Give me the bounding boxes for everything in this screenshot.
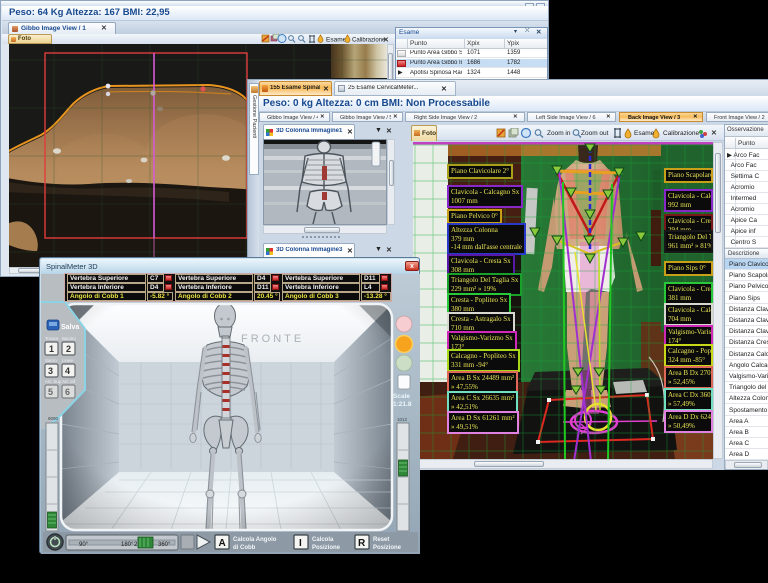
svg-text:✕: ✕ bbox=[383, 37, 389, 44]
svg-text:Reset: Reset bbox=[373, 537, 389, 543]
svg-text:Linee: Linee bbox=[62, 358, 74, 363]
svg-text:Posizione: Posizione bbox=[373, 545, 402, 551]
svg-text:1012: 1012 bbox=[397, 417, 408, 422]
svg-text:3: 3 bbox=[48, 366, 53, 376]
svg-text:Art. Inf: Art. Inf bbox=[62, 379, 76, 384]
svg-text:2: 2 bbox=[66, 344, 71, 354]
svg-text:Posizione: Posizione bbox=[312, 545, 341, 551]
svg-text:di Cobb: di Cobb bbox=[233, 545, 256, 551]
svg-text:I: I bbox=[299, 538, 302, 549]
svg-text:Torace: Torace bbox=[45, 336, 59, 341]
svg-text:Calcola: Calcola bbox=[312, 537, 334, 543]
svg-text:180°: 180° bbox=[121, 542, 134, 548]
svg-text:9090: 9090 bbox=[48, 416, 59, 421]
svg-text:360°: 360° bbox=[158, 542, 171, 548]
svg-text:90°: 90° bbox=[79, 542, 89, 548]
svg-text:5: 5 bbox=[48, 387, 53, 397]
svg-text:Calibrazione: Calibrazione bbox=[352, 38, 386, 44]
svg-text:6: 6 bbox=[65, 387, 70, 397]
svg-text:Scale: Scale bbox=[393, 393, 410, 400]
svg-text:A: A bbox=[219, 538, 226, 549]
svg-text:Bacino: Bacino bbox=[62, 336, 76, 341]
svg-text:4: 4 bbox=[65, 366, 70, 376]
svg-text:Esame: Esame bbox=[326, 37, 347, 44]
svg-text:Calcola Angolo: Calcola Angolo bbox=[233, 537, 277, 543]
svg-text:R: R bbox=[358, 538, 366, 549]
svg-text:1:21.8: 1:21.8 bbox=[393, 401, 412, 408]
svg-text:Sacro: Sacro bbox=[45, 358, 57, 363]
svg-text:Salva: Salva bbox=[61, 324, 79, 331]
svg-text:Art. Sup: Art. Sup bbox=[45, 379, 62, 384]
svg-text:1: 1 bbox=[49, 344, 54, 354]
